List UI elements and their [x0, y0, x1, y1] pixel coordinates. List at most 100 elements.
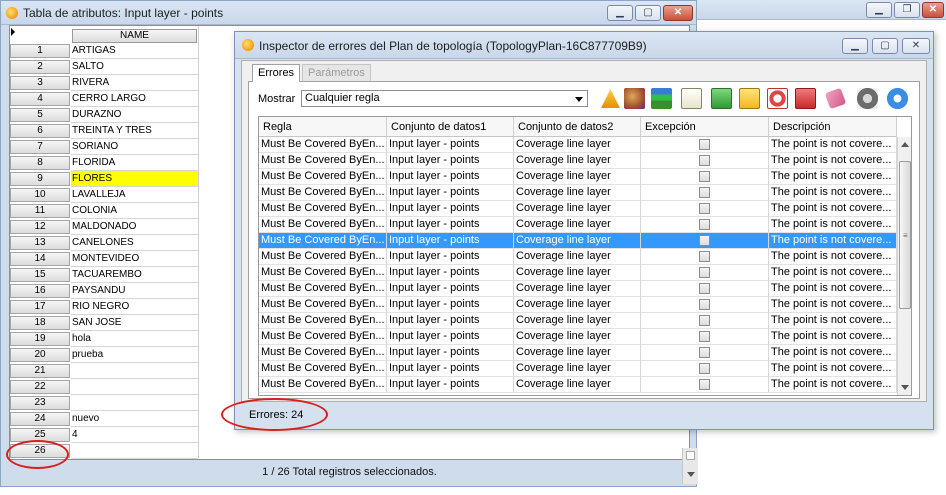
settings-gear-icon[interactable]	[857, 88, 878, 109]
name-cell[interactable]: PAYSANDU	[71, 283, 198, 299]
table-row[interactable]: Must Be Covered ByEn... Input layer - poi…	[259, 345, 897, 361]
table-row[interactable]: Must Be Covered ByEn... Input layer - poi…	[259, 153, 897, 169]
collapse-arrow-icon[interactable]	[11, 28, 15, 36]
exception-checkbox[interactable]	[699, 155, 710, 166]
name-cell[interactable]: hola	[71, 331, 198, 347]
name-cell[interactable]: FLORIDA	[71, 155, 198, 171]
name-cell[interactable]	[71, 443, 198, 459]
maximize-button[interactable]: ▢	[635, 5, 661, 21]
row-selector[interactable]: 3	[10, 76, 70, 90]
restore-button[interactable]: ❐	[894, 2, 920, 18]
exception-checkbox[interactable]	[699, 187, 710, 198]
table-row[interactable]: Must Be Covered ByEn... Input layer - poi…	[259, 201, 897, 217]
exception-checkbox[interactable]	[699, 283, 710, 294]
row-selector[interactable]: 16	[10, 284, 70, 298]
error-marker-icon[interactable]	[624, 88, 645, 109]
tab-errores[interactable]: Errores	[252, 64, 301, 82]
name-cell[interactable]: 4	[71, 427, 198, 443]
row-selector[interactable]: 9	[10, 172, 70, 186]
name-cell[interactable]	[71, 363, 198, 379]
row-selector[interactable]: 8	[10, 156, 70, 170]
table-row[interactable]: Must Be Covered ByEn... Input layer - poi…	[259, 313, 897, 329]
row-selector[interactable]: 20	[10, 348, 70, 362]
name-cell[interactable]	[71, 379, 198, 395]
name-cell[interactable]: RIVERA	[71, 75, 198, 91]
close-button[interactable]: ✕	[922, 2, 944, 18]
row-selector[interactable]: 22	[10, 380, 70, 394]
pan-to-error-icon[interactable]	[767, 88, 788, 109]
name-cell[interactable]: SAN JOSE	[71, 315, 198, 331]
column-header-exception[interactable]: Excepción	[641, 117, 769, 137]
row-selector[interactable]: 12	[10, 220, 70, 234]
column-header-name[interactable]: NAME	[72, 29, 197, 43]
exception-checkbox[interactable]	[699, 219, 710, 230]
row-selector[interactable]: 6	[10, 124, 70, 138]
column-header-dataset2[interactable]: Conjunto de datos2	[514, 117, 641, 137]
table-row[interactable]: Must Be Covered ByEn... Input layer - poi…	[259, 361, 897, 377]
table-row[interactable]: Must Be Covered ByEn... Input layer - poi…	[259, 137, 897, 153]
exception-checkbox[interactable]	[699, 315, 710, 326]
table-row[interactable]: Must Be Covered ByEn... Input layer - poi…	[259, 265, 897, 281]
minimize-button[interactable]: ▁	[866, 2, 892, 18]
name-cell[interactable]: prueba	[71, 347, 198, 363]
name-cell[interactable]: CANELONES	[71, 235, 198, 251]
name-cell[interactable]: nuevo	[71, 411, 198, 427]
layers-icon[interactable]	[651, 88, 672, 109]
table-row[interactable]: Must Be Covered ByEn... Input layer - poi…	[259, 377, 897, 393]
row-selector[interactable]: 1	[10, 44, 70, 58]
table-row[interactable]: Must Be Covered ByEn... Input layer - poi…	[259, 233, 897, 249]
row-selector[interactable]: 10	[10, 188, 70, 202]
row-selector[interactable]: 14	[10, 252, 70, 266]
exception-checkbox[interactable]	[699, 171, 710, 182]
scroll-thumb[interactable]: ≡	[899, 161, 911, 309]
name-cell[interactable]: TACUAREMBO	[71, 267, 198, 283]
name-cell[interactable]: TREINTA Y TRES	[71, 123, 198, 139]
name-cell[interactable]: SORIANO	[71, 139, 198, 155]
table-row[interactable]: Must Be Covered ByEn... Input layer - poi…	[259, 329, 897, 345]
rule-filter-select[interactable]: Cualquier regla	[301, 90, 588, 107]
name-cell[interactable]: MONTEVIDEO	[71, 251, 198, 267]
row-selector[interactable]: 13	[10, 236, 70, 250]
maximize-button[interactable]: ▢	[872, 38, 898, 54]
exception-checkbox[interactable]	[699, 379, 710, 390]
table-row[interactable]: Must Be Covered ByEn... Input layer - poi…	[259, 185, 897, 201]
row-selector[interactable]: 11	[10, 204, 70, 218]
row-selector[interactable]: 24	[10, 412, 70, 426]
table-row[interactable]: Must Be Covered ByEn... Input layer - poi…	[259, 281, 897, 297]
exception-checkbox[interactable]	[699, 347, 710, 358]
exception-checkbox[interactable]	[699, 363, 710, 374]
exception-checkbox[interactable]	[699, 235, 710, 246]
close-button[interactable]: ✕	[663, 5, 693, 21]
exception-checkbox[interactable]	[699, 251, 710, 262]
scroll-up-icon[interactable]	[901, 142, 909, 147]
vertical-scrollbar[interactable]: ≡	[897, 137, 911, 395]
report-icon[interactable]	[681, 88, 702, 109]
row-selector[interactable]: 19	[10, 332, 70, 346]
row-selector[interactable]: 5	[10, 108, 70, 122]
eraser-icon[interactable]	[824, 87, 847, 110]
table-row[interactable]: Must Be Covered ByEn... Input layer - poi…	[259, 169, 897, 185]
column-header-regla[interactable]: Regla	[259, 117, 387, 137]
name-cell[interactable]	[71, 395, 198, 411]
row-selector[interactable]: 15	[10, 268, 70, 282]
select-error-icon[interactable]	[739, 88, 760, 109]
row-selector[interactable]: 21	[10, 364, 70, 378]
exception-checkbox[interactable]	[699, 267, 710, 278]
tab-parametros[interactable]: Parámetros	[302, 64, 371, 82]
name-cell[interactable]: RIO NEGRO	[71, 299, 198, 315]
exception-checkbox[interactable]	[699, 299, 710, 310]
scroll-down-icon[interactable]	[901, 385, 909, 390]
row-selector[interactable]: 7	[10, 140, 70, 154]
name-cell[interactable]: COLONIA	[71, 203, 198, 219]
minimize-button[interactable]: ▁	[607, 5, 633, 21]
zoom-to-error-icon[interactable]	[711, 88, 732, 109]
row-selector[interactable]: 23	[10, 396, 70, 410]
exception-checkbox[interactable]	[699, 331, 710, 342]
table-row[interactable]: Must Be Covered ByEn... Input layer - poi…	[259, 249, 897, 265]
refresh-icon[interactable]	[887, 88, 908, 109]
warning-icon[interactable]	[601, 89, 620, 108]
table-row[interactable]: Must Be Covered ByEn... Input layer - poi…	[259, 217, 897, 233]
name-cell[interactable]: CERRO LARGO	[71, 91, 198, 107]
row-selector[interactable]: 18	[10, 316, 70, 330]
minimize-button[interactable]: ▁	[842, 38, 868, 54]
